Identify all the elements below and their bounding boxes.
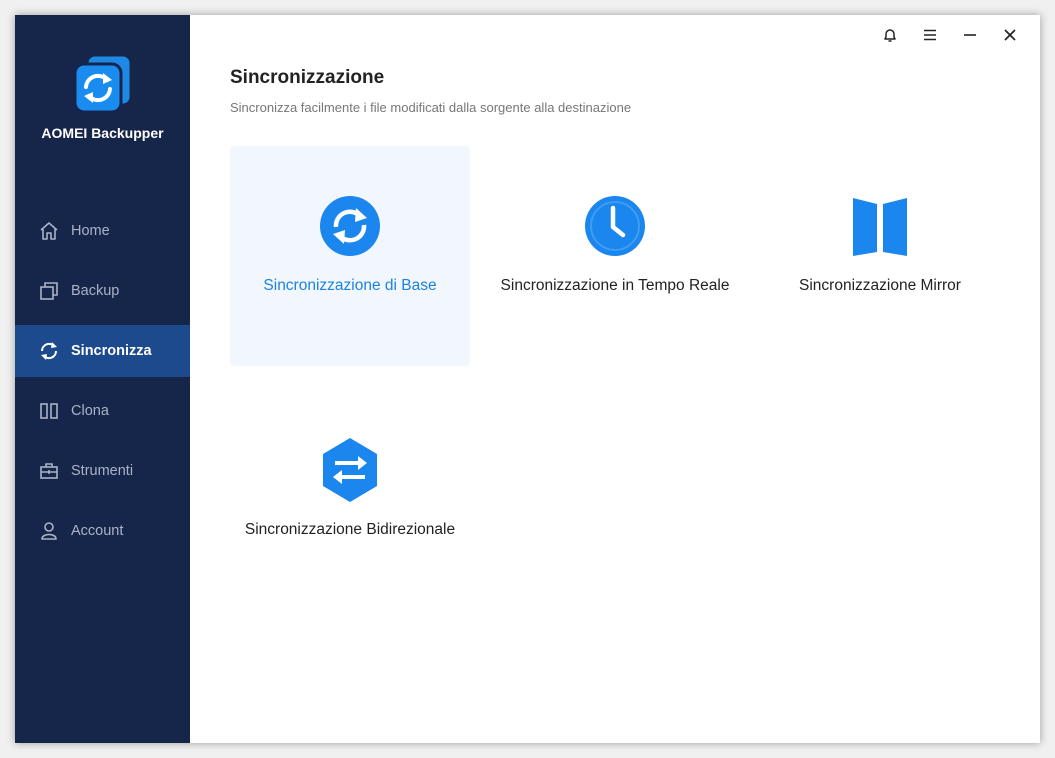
option-label: Sincronizzazione Mirror: [799, 277, 961, 294]
notifications-button[interactable]: [870, 23, 910, 47]
menu-icon: [924, 29, 936, 41]
menu-button[interactable]: [910, 23, 950, 47]
page-subtitle: Sincronizza facilmente i file modificati…: [230, 100, 632, 115]
option-label: Sincronizzazione di Base: [263, 277, 437, 294]
sidebar-item-label: Sincronizza: [71, 343, 152, 359]
option-realtime-sync[interactable]: Sincronizzazione in Tempo Reale: [495, 146, 735, 366]
sidebar-item-label: Backup: [71, 283, 120, 299]
close-icon: [1004, 29, 1016, 41]
sync-icon: [38, 340, 60, 362]
app-window: AOMEI Backupper Home Backup Sincronizza: [15, 15, 1040, 743]
bell-icon: [884, 29, 896, 42]
option-mirror-sync[interactable]: Sincronizzazione Mirror: [760, 146, 1000, 366]
close-button[interactable]: [990, 23, 1030, 47]
option-two-way-sync[interactable]: Sincronizzazione Bidirezionale: [230, 390, 470, 610]
main-content: Sincronizzazione Sincronizza facilmente …: [190, 15, 1040, 743]
option-basic-sync[interactable]: Sincronizzazione di Base: [230, 146, 470, 366]
app-name: AOMEI Backupper: [41, 125, 164, 141]
sidebar-item-label: Account: [71, 523, 124, 539]
sidebar: AOMEI Backupper Home Backup Sincronizza: [15, 15, 190, 743]
page-title: Sincronizzazione: [230, 67, 385, 88]
sync-circle-icon: [320, 196, 380, 256]
sidebar-item-home[interactable]: Home: [15, 205, 190, 257]
sidebar-item-backup[interactable]: Backup: [15, 265, 190, 317]
home-icon: [38, 220, 60, 242]
sidebar-nav: Home Backup Sincronizza Clona Strumenti …: [15, 205, 190, 565]
aomei-logo-icon: [73, 53, 132, 114]
toolbox-icon: [38, 460, 60, 482]
sidebar-item-label: Clona: [71, 403, 109, 419]
titlebar-controls: [870, 23, 1030, 47]
sidebar-item-label: Strumenti: [71, 463, 134, 479]
option-label: Sincronizzazione in Tempo Reale: [500, 277, 730, 294]
user-icon: [38, 520, 60, 542]
backup-icon: [38, 280, 60, 302]
sidebar-item-sincronizza[interactable]: Sincronizza: [15, 325, 190, 377]
sidebar-item-label: Home: [71, 223, 110, 239]
clock-icon: [585, 196, 645, 256]
mirror-icon: [853, 198, 907, 256]
minimize-icon: [964, 34, 976, 36]
minimize-button[interactable]: [950, 23, 990, 47]
sidebar-item-clona[interactable]: Clona: [15, 385, 190, 437]
sidebar-item-strumenti[interactable]: Strumenti: [15, 445, 190, 497]
two-way-sync-icon: [323, 438, 377, 502]
clone-icon: [38, 400, 60, 422]
app-logo: AOMEI Backupper: [15, 51, 190, 141]
sidebar-item-account[interactable]: Account: [15, 505, 190, 557]
option-label: Sincronizzazione Bidirezionale: [244, 521, 456, 538]
